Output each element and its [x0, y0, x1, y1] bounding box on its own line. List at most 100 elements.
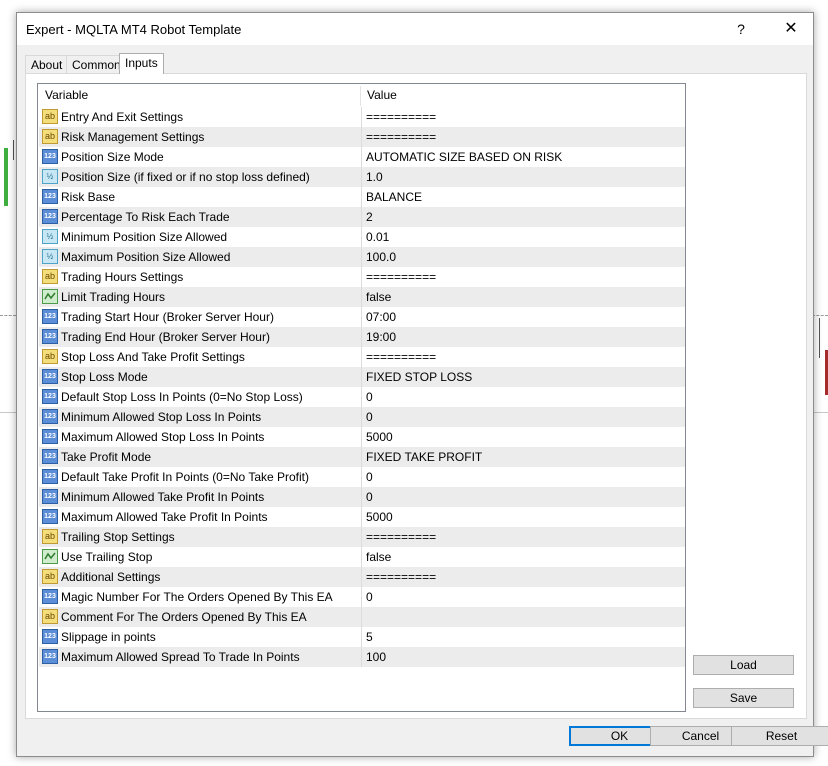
value-cell[interactable]: 0 [361, 407, 685, 427]
table-row[interactable]: ab Risk Management Settings ========== [39, 127, 685, 147]
table-row[interactable]: 123 Risk Base BALANCE [39, 187, 685, 207]
variable-name: Additional Settings [61, 570, 161, 584]
string-type-icon: ab [42, 529, 58, 544]
table-row[interactable]: 123 Minimum Allowed Take Profit In Points… [39, 487, 685, 507]
variable-name: Minimum Position Size Allowed [61, 230, 228, 244]
value-cell[interactable]: ========== [361, 527, 685, 547]
value-cell[interactable]: 5 [361, 627, 685, 647]
value-cell[interactable]: ========== [361, 267, 685, 287]
integer-type-icon: 123 [42, 329, 58, 344]
table-row[interactable]: 123 Magic Number For The Orders Opened By… [39, 587, 685, 607]
value-cell[interactable]: 0 [361, 587, 685, 607]
value-cell[interactable]: 5000 [361, 427, 685, 447]
variable-name: Risk Base [61, 190, 116, 204]
integer-type-icon: 123 [42, 469, 58, 484]
variable-name: Position Size (if fixed or if no stop lo… [61, 170, 310, 184]
string-type-icon: ab [42, 109, 58, 124]
value-cell[interactable]: ========== [361, 127, 685, 147]
string-type-icon: ab [42, 349, 58, 364]
variable-name: Trailing Stop Settings [61, 530, 175, 544]
value-cell[interactable]: 0.01 [361, 227, 685, 247]
table-row[interactable]: 123 Maximum Allowed Stop Loss In Points 50… [39, 427, 685, 447]
variable-name: Use Trailing Stop [61, 550, 153, 564]
title-bar: Expert - MQLTA MT4 Robot Template ? ✕ [17, 13, 813, 45]
variable-cell: ab Entry And Exit Settings [39, 107, 361, 127]
value-cell[interactable]: 100 [361, 647, 685, 667]
table-row[interactable]: 123 Trading End Hour (Broker Server Hour)… [39, 327, 685, 347]
table-row[interactable]: 123 Maximum Allowed Spread To Trade In Po… [39, 647, 685, 667]
value-cell[interactable]: 2 [361, 207, 685, 227]
string-type-icon: ab [42, 269, 58, 284]
table-row[interactable]: ab Trading Hours Settings ========== [39, 267, 685, 287]
chart-candle [4, 148, 8, 206]
table-row[interactable]: 123 Position Size Mode AUTOMATIC SIZE BASE… [39, 147, 685, 167]
table-row[interactable]: Limit Trading Hours false [39, 287, 685, 307]
value-cell[interactable]: 100.0 [361, 247, 685, 267]
variable-name: Minimum Allowed Take Profit In Points [61, 490, 265, 504]
variable-value: ========== [366, 110, 437, 124]
table-row[interactable]: 123 Percentage To Risk Each Trade 2 [39, 207, 685, 227]
value-cell[interactable]: ========== [361, 567, 685, 587]
chart-candle-wick [13, 140, 14, 160]
table-row[interactable]: 123 Default Take Profit In Points (0=No T… [39, 467, 685, 487]
table-row[interactable]: 123 Default Stop Loss In Points (0=No Sto… [39, 387, 685, 407]
value-cell[interactable]: 0 [361, 487, 685, 507]
reset-button[interactable]: Reset [731, 726, 828, 746]
column-header-variable[interactable]: Variable [38, 84, 360, 106]
table-row[interactable]: ½ Maximum Position Size Allowed 100.0 [39, 247, 685, 267]
value-cell[interactable]: 0 [361, 387, 685, 407]
table-row[interactable]: 123 Stop Loss Mode FIXED STOP LOSS [39, 367, 685, 387]
table-row[interactable]: 123 Maximum Allowed Take Profit In Points… [39, 507, 685, 527]
value-cell[interactable]: ========== [361, 347, 685, 367]
variable-value: ========== [366, 130, 437, 144]
value-cell[interactable]: FIXED TAKE PROFIT [361, 447, 685, 467]
value-cell[interactable] [361, 607, 685, 627]
table-row[interactable]: ab Trailing Stop Settings ========== [39, 527, 685, 547]
table-row[interactable]: ab Comment For The Orders Opened By This … [39, 607, 685, 627]
load-button[interactable]: Load [693, 655, 794, 675]
value-cell[interactable]: false [361, 287, 685, 307]
inputs-grid[interactable]: Variable Value ab Entry And Exit Settings… [37, 83, 686, 712]
value-cell[interactable]: 0 [361, 467, 685, 487]
save-button[interactable]: Save [693, 688, 794, 708]
variable-name: Slippage in points [61, 630, 156, 644]
table-row[interactable]: ½ Minimum Position Size Allowed 0.01 [39, 227, 685, 247]
integer-type-icon: 123 [42, 489, 58, 504]
tab-inputs[interactable]: Inputs [119, 53, 164, 74]
value-cell[interactable]: 07:00 [361, 307, 685, 327]
table-row[interactable]: 123 Minimum Allowed Stop Loss In Points 0 [39, 407, 685, 427]
variable-name: Maximum Position Size Allowed [61, 250, 231, 264]
value-cell[interactable]: false [361, 547, 685, 567]
table-row[interactable]: 123 Take Profit Mode FIXED TAKE PROFIT [39, 447, 685, 467]
variable-name: Percentage To Risk Each Trade [61, 210, 230, 224]
table-row[interactable]: ab Stop Loss And Take Profit Settings ====… [39, 347, 685, 367]
value-cell[interactable]: AUTOMATIC SIZE BASED ON RISK [361, 147, 685, 167]
value-cell[interactable]: FIXED STOP LOSS [361, 367, 685, 387]
value-cell[interactable]: ========== [361, 107, 685, 127]
variable-value: 0 [366, 390, 373, 404]
value-cell[interactable]: BALANCE [361, 187, 685, 207]
chart-candle-wick [819, 318, 820, 358]
value-cell[interactable]: 19:00 [361, 327, 685, 347]
value-cell[interactable]: 1.0 [361, 167, 685, 187]
variable-name: Take Profit Mode [61, 450, 152, 464]
table-row[interactable]: 123 Trading Start Hour (Broker Server Hou… [39, 307, 685, 327]
variable-value: 19:00 [366, 330, 397, 344]
close-icon[interactable]: ✕ [779, 18, 803, 40]
table-row[interactable]: ab Entry And Exit Settings ========== [39, 107, 685, 127]
value-cell[interactable]: 5000 [361, 507, 685, 527]
table-row[interactable]: Use Trailing Stop false [39, 547, 685, 567]
table-row[interactable]: 123 Slippage in points 5 [39, 627, 685, 647]
string-type-icon: ab [42, 569, 58, 584]
variable-cell: ab Trailing Stop Settings [39, 527, 361, 547]
tab-common[interactable]: Common [66, 55, 127, 74]
variable-value: 07:00 [366, 310, 397, 324]
variable-cell: 123 Slippage in points [39, 627, 361, 647]
column-header-value[interactable]: Value [360, 84, 684, 106]
integer-type-icon: 123 [42, 409, 58, 424]
table-row[interactable]: ½ Position Size (if fixed or if no stop l… [39, 167, 685, 187]
help-icon[interactable]: ? [731, 19, 751, 39]
table-row[interactable]: ab Additional Settings ========== [39, 567, 685, 587]
tab-about[interactable]: About [25, 55, 69, 74]
variable-value: AUTOMATIC SIZE BASED ON RISK [366, 150, 563, 164]
